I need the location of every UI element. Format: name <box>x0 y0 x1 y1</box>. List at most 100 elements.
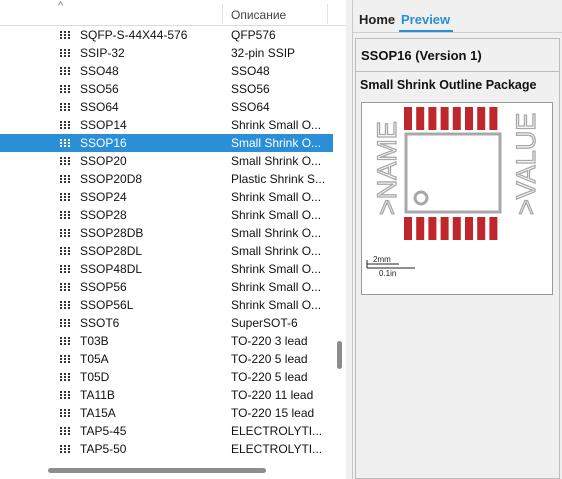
column-header-description[interactable]: Описание <box>231 8 286 22</box>
tab-home[interactable]: Home <box>359 12 395 27</box>
item-description: QFP576 <box>231 28 276 42</box>
item-description: TO-220 3 lead <box>231 334 308 348</box>
list-item[interactable]: T05A TO-220 5 lead <box>0 350 333 368</box>
pad <box>404 217 412 240</box>
item-name: TAP5-50 <box>80 442 127 456</box>
list-item[interactable]: SSO48 SSO48 <box>0 62 333 80</box>
list-item[interactable]: SSOP24 Shrink Small O... <box>0 188 333 206</box>
item-description: Shrink Small O... <box>231 280 322 294</box>
pad <box>428 217 437 240</box>
column-divider[interactable] <box>327 4 328 24</box>
package-icon <box>60 139 70 147</box>
item-name: TA11B <box>80 388 115 402</box>
item-description: Shrink Small O... <box>231 298 322 312</box>
package-icon <box>60 157 70 165</box>
vertical-scrollbar[interactable] <box>333 26 346 462</box>
package-title: SSOP16 (Version 1) <box>361 48 482 63</box>
list-item[interactable]: SSIP-32 32-pin SSIP <box>0 44 333 62</box>
item-description: Small Shrink O... <box>231 244 322 258</box>
package-icon <box>60 265 70 273</box>
item-name: SSOP28 <box>80 208 127 222</box>
list-item[interactable]: SSOP28DB Small Shrink O... <box>0 224 333 242</box>
component-list-pane: ^ Описание SQFP-S-44X44-576 QFP576 SSIP-32… <box>0 0 346 479</box>
name-label: >NAME <box>372 121 402 215</box>
item-description: Small Shrink O... <box>231 226 322 240</box>
pad <box>489 107 498 130</box>
item-name: T05D <box>80 370 110 384</box>
list-item[interactable]: TAP5-45 ELECTROLYTI... <box>0 422 333 440</box>
pad <box>489 217 498 240</box>
horizontal-scrollbar-thumb[interactable] <box>48 468 266 473</box>
item-name: SSOP20 <box>80 154 127 168</box>
item-name: SSOP14 <box>80 118 127 132</box>
item-name: SQFP-S-44X44-576 <box>80 28 188 42</box>
pad <box>440 107 449 130</box>
component-list: SQFP-S-44X44-576 QFP576 SSIP-32 32-pin SSIP… <box>0 26 333 458</box>
package-icon <box>60 211 70 219</box>
item-description: Small Shrink O... <box>231 136 322 150</box>
item-description: SSO56 <box>231 82 270 96</box>
value-label: >VALUE <box>511 113 541 215</box>
title-divider <box>356 71 559 72</box>
package-icon <box>60 229 70 237</box>
pad <box>452 107 461 130</box>
list-item[interactable]: T05D TO-220 5 lead <box>0 368 333 386</box>
pad <box>440 217 449 240</box>
list-item[interactable]: SSOP48DL Shrink Small O... <box>0 260 333 278</box>
list-item[interactable]: SSOP20D8 Plastic Shrink S... <box>0 170 333 188</box>
column-divider[interactable] <box>222 4 223 24</box>
item-name: T05A <box>80 352 109 366</box>
list-item[interactable]: T03B TO-220 3 lead <box>0 332 333 350</box>
package-icon <box>60 445 70 453</box>
list-item[interactable]: TA11B TO-220 11 lead <box>0 386 333 404</box>
pad <box>404 107 412 130</box>
pad <box>428 107 437 130</box>
horizontal-scrollbar[interactable] <box>0 462 346 479</box>
tab-bar-divider <box>353 32 562 33</box>
list-item[interactable]: SSOP14 Shrink Small O... <box>0 116 333 134</box>
package-icon <box>60 247 70 255</box>
bottom-pad-row <box>404 217 498 240</box>
item-description: ELECTROLYTI... <box>231 424 323 438</box>
item-name: T03B <box>80 334 109 348</box>
item-name: SSO64 <box>80 100 119 114</box>
list-item[interactable]: SQFP-S-44X44-576 QFP576 <box>0 26 333 44</box>
item-name: SSIP-32 <box>80 46 125 60</box>
vertical-scrollbar-thumb[interactable] <box>337 341 342 369</box>
package-description: Small Shrink Outline Package <box>360 78 537 92</box>
list-item[interactable]: SSOT6 SuperSOT-6 <box>0 314 333 332</box>
tab-preview[interactable]: Preview <box>401 12 450 27</box>
package-icon <box>60 427 70 435</box>
sort-ascending-icon[interactable]: ^ <box>58 0 63 12</box>
item-description: TO-220 15 lead <box>231 406 315 420</box>
package-icon <box>60 67 70 75</box>
item-description: SSO48 <box>231 64 270 78</box>
list-item[interactable]: SSOP56L Shrink Small O... <box>0 296 333 314</box>
list-item[interactable]: SSOP20 Small Shrink O... <box>0 152 333 170</box>
item-description: Shrink Small O... <box>231 190 322 204</box>
list-item[interactable]: SSOP56 Shrink Small O... <box>0 278 333 296</box>
item-description: Shrink Small O... <box>231 118 322 132</box>
list-item[interactable]: TA15A TO-220 15 lead <box>0 404 333 422</box>
list-item[interactable]: SSOP16 Small Shrink O... <box>0 134 333 152</box>
item-name: TAP5-45 <box>80 424 127 438</box>
package-icon <box>60 103 70 111</box>
pad <box>416 107 425 130</box>
item-description: Plastic Shrink S... <box>231 172 326 186</box>
footprint-preview: >NAME >VALUE 2mm 0.1in <box>361 102 553 295</box>
list-item[interactable]: SSOP28 Shrink Small O... <box>0 206 333 224</box>
list-item[interactable]: SSOP28DL Small Shrink O... <box>0 242 333 260</box>
list-item[interactable]: TAP5-50 ELECTROLYTI... <box>0 440 333 458</box>
list-item[interactable]: SSO64 SSO64 <box>0 98 333 116</box>
item-description: TO-220 5 lead <box>231 370 308 384</box>
tab-bar: Home Preview <box>353 0 562 33</box>
item-name: SSOP24 <box>80 190 127 204</box>
package-preview: SSOP16 (Version 1) Small Shrink Outline … <box>355 38 560 479</box>
list-item[interactable]: SSO56 SSO56 <box>0 80 333 98</box>
item-name: SSOT6 <box>80 316 120 330</box>
scale-mm-label: 2mm <box>373 255 391 264</box>
pad <box>465 107 473 130</box>
pad <box>452 217 461 240</box>
scale-in-label: 0.1in <box>379 269 396 278</box>
package-icon <box>60 175 70 183</box>
